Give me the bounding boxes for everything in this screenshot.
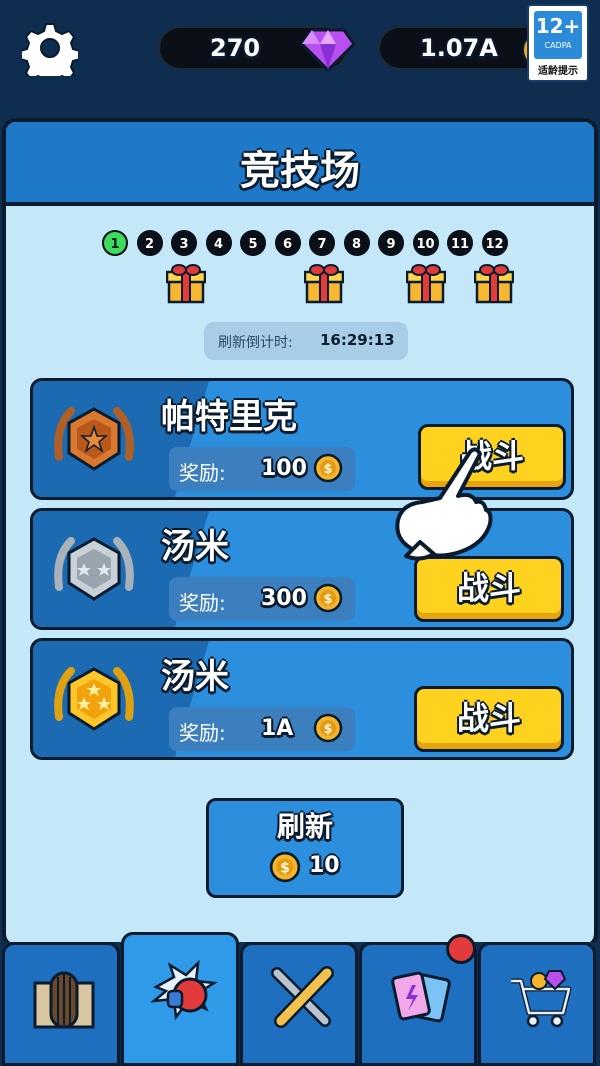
progress-step: 4 (205, 230, 232, 256)
refresh-countdown: 刷新倒计时: 16:29:13 (204, 322, 408, 360)
gold-rank-badge-icon (54, 667, 134, 731)
progress-track: 1 2 3 4 5 6 7 8 9 10 11 12 (102, 230, 512, 256)
coin-icon: $ (269, 851, 301, 883)
svg-text:$: $ (280, 860, 290, 876)
weapons-icon (271, 966, 334, 1028)
nav-castle[interactable] (2, 942, 120, 1066)
progress-step: 9 (378, 230, 404, 256)
gift-icon[interactable] (406, 262, 446, 304)
countdown-time: 16:29:13 (320, 331, 395, 349)
shop-cart-icon (511, 970, 572, 1028)
progress-step: 5 (240, 230, 266, 256)
progress-step: 11 (447, 230, 473, 256)
age-rating-badge: 12+ CADPA 适龄提示 (527, 4, 589, 82)
gift-icon[interactable] (304, 262, 344, 304)
notification-dot (446, 934, 476, 964)
reward-box: 奖励: 300 $ (169, 577, 355, 621)
refresh-button[interactable]: 刷新 $ 10 (206, 798, 404, 898)
countdown-label: 刷新倒计时: (218, 335, 293, 351)
cards-icon (391, 971, 451, 1023)
progress-step: 10 (412, 230, 439, 256)
boxing-glove-icon (150, 959, 218, 1021)
svg-text:$: $ (323, 462, 332, 477)
pointing-hand-icon (395, 447, 493, 561)
gems-value: 270 (210, 34, 261, 62)
nav-arena[interactable] (121, 932, 239, 1066)
progress-step: 3 (171, 230, 197, 256)
gear-icon[interactable] (22, 20, 78, 76)
reward-amount: 100 (261, 456, 307, 481)
coin-icon: $ (313, 453, 343, 483)
coin-icon: $ (313, 583, 343, 613)
age-rating-label: 适龄提示 (538, 66, 578, 77)
age-rating-number: 12+ (535, 14, 581, 38)
coin-icon: $ (313, 713, 343, 743)
fight-button[interactable]: 战斗 (414, 556, 564, 622)
top-bar: 270 1.07A 12+ CADPA 适龄提示 (0, 0, 600, 110)
reward-label: 奖励: (179, 591, 226, 615)
progress-step: 1 (102, 230, 128, 256)
page-title: 竞技场 (240, 148, 360, 194)
reward-amount: 300 (261, 586, 307, 611)
progress-step: 12 (481, 230, 508, 256)
arena-panel: 竞技场 1 2 3 4 5 6 7 8 9 10 11 12 刷新倒计时: 16:29:13 (2, 118, 598, 948)
svg-text:$: $ (323, 722, 332, 737)
reward-box: 奖励: 1A $ (169, 707, 355, 751)
progress-step: 7 (309, 230, 335, 256)
progress-step: 6 (274, 230, 301, 256)
bronze-rank-badge-icon (54, 407, 134, 471)
nav-weapons[interactable] (240, 942, 358, 1066)
reward-label: 奖励: (179, 721, 226, 745)
refresh-cost: 10 (309, 853, 340, 878)
refresh-label: 刷新 (276, 810, 333, 843)
reward-box: 奖励: 100 $ (169, 447, 355, 491)
opponent-name: 汤米 (161, 657, 229, 697)
opponent-name: 汤米 (161, 527, 229, 567)
svg-text:$: $ (323, 592, 332, 607)
castle-icon (33, 971, 95, 1029)
bottom-nav (0, 932, 600, 1066)
silver-rank-badge-icon (54, 537, 134, 601)
reward-label: 奖励: (179, 461, 226, 485)
opponent-name: 帕特里克 (161, 397, 297, 437)
gift-icon[interactable] (474, 262, 514, 304)
money-value: 1.07A (420, 34, 498, 62)
reward-amount: 1A (261, 716, 294, 741)
gem-icon (300, 28, 356, 73)
gift-icon[interactable] (166, 262, 206, 304)
nav-shop[interactable] (478, 942, 596, 1066)
fight-button[interactable]: 战斗 (414, 686, 564, 752)
progress-step: 8 (343, 230, 370, 256)
age-rating-org: CADPA (544, 41, 572, 50)
panel-header: 竞技场 (6, 122, 594, 206)
progress-step: 2 (136, 230, 163, 256)
